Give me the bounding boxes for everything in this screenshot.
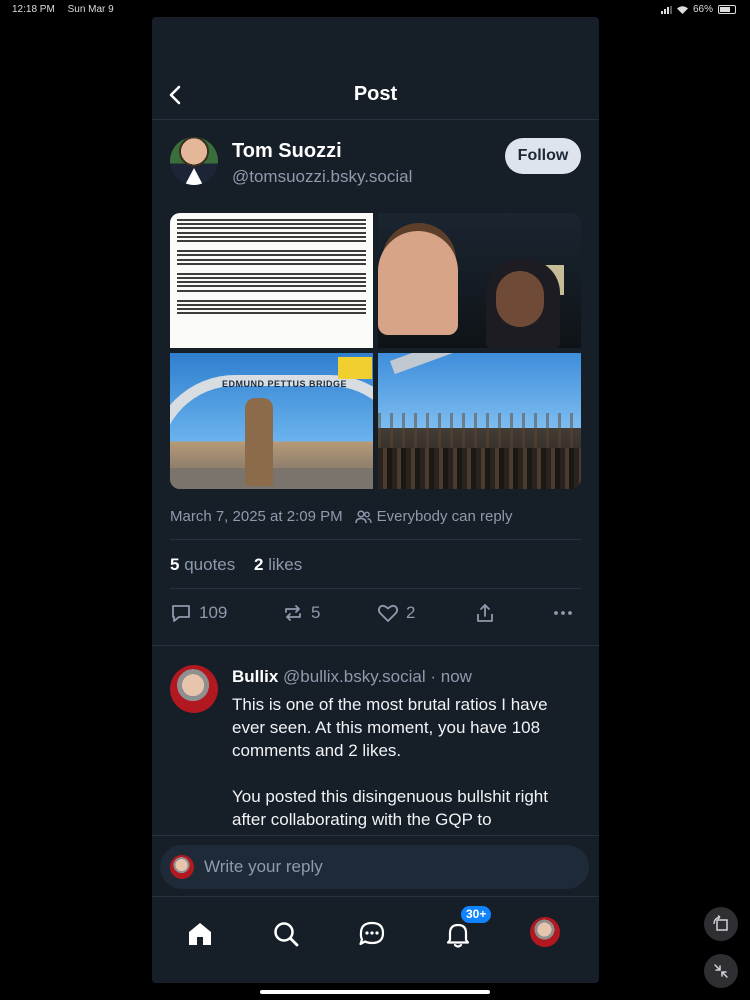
bell-icon: [446, 923, 470, 948]
reply-setting[interactable]: Everybody can reply: [354, 508, 513, 525]
minimize-button[interactable]: [704, 954, 738, 988]
chat-icon: [359, 921, 385, 946]
tab-profile-avatar[interactable]: [530, 917, 560, 947]
post-image-grid: EDMUND PETTUS BRIDGE: [170, 213, 581, 489]
cellular-signal-icon: [660, 5, 672, 14]
collapse-arrows-icon: [714, 964, 728, 978]
reply-avatar[interactable]: [170, 665, 218, 713]
reply-item[interactable]: Bullix @bullix.bsky.social · now This is…: [170, 665, 581, 835]
repost-icon: [285, 605, 301, 621]
rotate-icon: [713, 915, 728, 931]
tab-search[interactable]: [271, 919, 301, 949]
post-image-bridge[interactable]: EDMUND PETTUS BRIDGE: [170, 353, 373, 489]
author-avatar[interactable]: [170, 137, 218, 185]
quotes-stat[interactable]: 5 quotes: [170, 555, 235, 574]
like-count: 2: [406, 603, 416, 622]
divider: [152, 645, 599, 646]
like-button[interactable]: 2: [377, 602, 415, 624]
reply-text: This is one of the most brutal ratios I …: [232, 695, 548, 829]
heart-icon: [377, 604, 399, 622]
reply-author-handle[interactable]: @bullix.bsky.social: [283, 667, 426, 686]
status-date: Sun Mar 9: [67, 4, 114, 15]
status-time: 12:18 PM: [12, 4, 55, 15]
follow-button[interactable]: Follow: [505, 138, 581, 174]
share-icon: [477, 604, 493, 622]
likes-label: likes: [268, 555, 303, 574]
reply-author-name[interactable]: Bullix: [232, 667, 278, 686]
people-icon: [354, 509, 372, 523]
header: Post: [152, 17, 599, 120]
quotes-count: 5: [170, 555, 180, 574]
share-button[interactable]: [474, 602, 496, 624]
author-name[interactable]: Tom Suozzi: [232, 140, 342, 163]
comment-icon: [172, 605, 190, 622]
app-window: Post Tom Suozzi @tomsuozzi.bsky.social F…: [152, 17, 599, 983]
more-options-button[interactable]: [552, 602, 574, 624]
tab-home[interactable]: [185, 919, 215, 949]
reply-setting-label: Everybody can reply: [376, 508, 513, 525]
reply-header: Bullix @bullix.bsky.social · now: [232, 667, 472, 687]
wifi-icon: [676, 5, 688, 14]
home-indicator[interactable]: [260, 990, 490, 994]
reply-time: · now: [430, 667, 472, 686]
tab-notifications[interactable]: [443, 919, 473, 949]
rotate-button[interactable]: [704, 907, 738, 941]
likes-count: 2: [253, 555, 264, 574]
battery-icon: [718, 5, 736, 14]
post-timestamp: March 7, 2025 at 2:09 PM: [170, 508, 343, 525]
tab-chat[interactable]: [357, 919, 387, 949]
bottom-tab-bar: 30+: [152, 896, 599, 983]
likes-stat[interactable]: 2 likes: [254, 555, 302, 574]
reply-count: 109: [199, 603, 228, 622]
author-handle[interactable]: @tomsuozzi.bsky.social: [232, 167, 412, 187]
post-stats: 5 quotes 2 likes: [170, 555, 316, 575]
post-actions: 109 5 2: [170, 602, 581, 632]
page-title: Post: [353, 83, 398, 105]
more-dots-icon: [554, 611, 572, 615]
post-meta: March 7, 2025 at 2:09 PM Everybody can r…: [170, 508, 513, 525]
repost-button[interactable]: 5: [282, 602, 320, 624]
divider: [170, 539, 581, 540]
home-icon: [189, 923, 211, 945]
reply-placeholder: Write your reply: [204, 857, 323, 876]
quotes-label: quotes: [184, 555, 236, 574]
search-icon: [274, 922, 299, 947]
repost-count: 5: [311, 603, 321, 622]
notification-badge: 30+: [461, 906, 492, 923]
reply-input[interactable]: Write your reply: [160, 845, 589, 889]
composer-avatar: [170, 855, 194, 879]
battery-percent: 66%: [692, 4, 713, 15]
post-image-document[interactable]: [170, 213, 373, 348]
reply-button[interactable]: 109: [170, 602, 227, 624]
post-image-crowd[interactable]: [378, 353, 581, 489]
bridge-sign-text: EDMUND PETTUS BRIDGE: [222, 379, 348, 389]
post-image-selfie[interactable]: [378, 213, 581, 348]
divider: [170, 588, 581, 589]
